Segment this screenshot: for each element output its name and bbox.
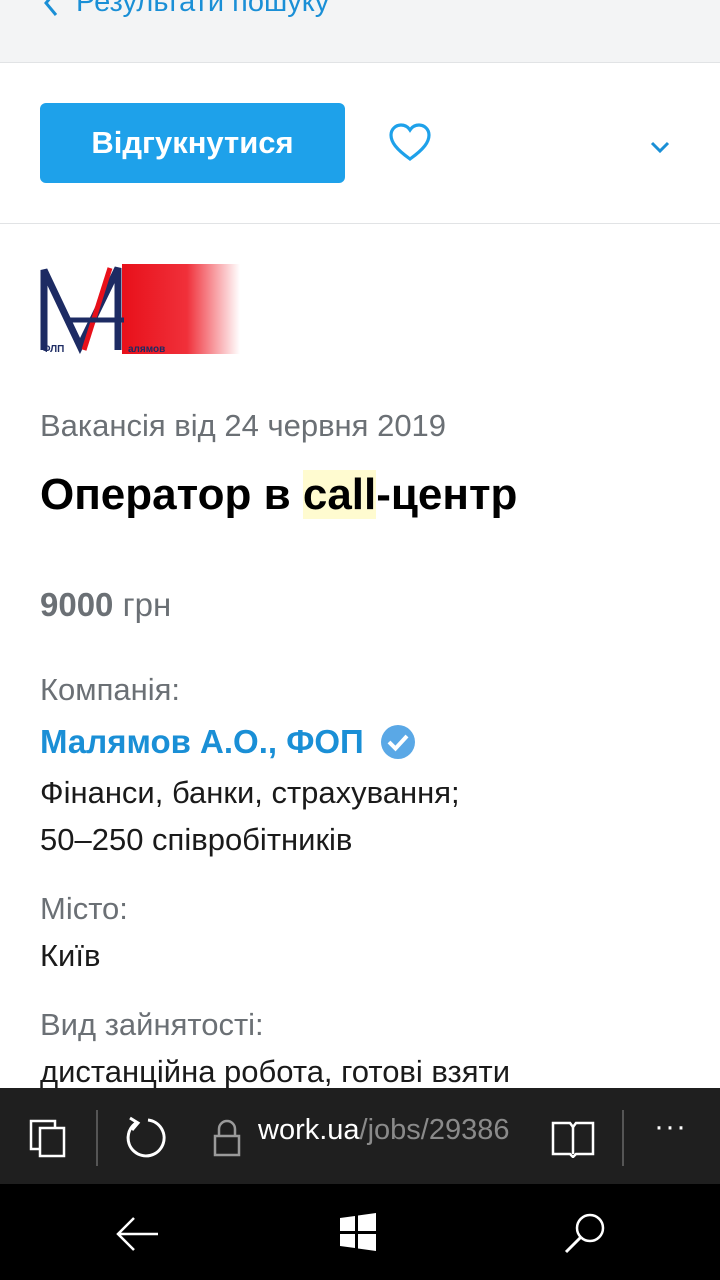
salary-currency: грн [122, 586, 172, 623]
job-title-highlight: call [302, 470, 377, 519]
employment-label: Вид зайнятості: [40, 1007, 264, 1042]
chevron-left-icon [44, 0, 58, 16]
job-title: Оператор в call-центр [40, 470, 517, 520]
respond-button[interactable]: Відгукнутися [40, 103, 345, 183]
reading-view-icon[interactable] [550, 1118, 596, 1158]
search-icon[interactable] [562, 1210, 608, 1256]
refresh-icon[interactable] [122, 1114, 170, 1162]
company-industry: Фінанси, банки, страхування; [40, 775, 460, 810]
url-host: work.ua [258, 1114, 360, 1146]
tabs-icon[interactable] [28, 1118, 68, 1158]
back-arrow-icon[interactable] [114, 1214, 160, 1254]
system-nav-bar [0, 1184, 720, 1280]
city-label: Місто: [40, 891, 128, 926]
toolbar-separator [96, 1110, 98, 1166]
job-title-start: Оператор в [40, 470, 303, 519]
salary-amount: 9000 [40, 586, 114, 623]
back-to-results-link[interactable]: Результати пошуку [42, 0, 329, 19]
address-bar[interactable]: work.ua/jobs/29386 [258, 1114, 528, 1158]
action-bar: Відгукнутися [0, 63, 720, 224]
url-path: /jobs/29386 [359, 1114, 510, 1146]
more-menu-button[interactable]: ··· [654, 1110, 687, 1144]
company-label: Компанія: [40, 672, 181, 707]
city-value: Київ [40, 938, 101, 973]
company-logo: ФЛП алямов [40, 264, 240, 354]
job-title-end: -центр [376, 470, 518, 519]
toolbar-separator [622, 1110, 624, 1166]
chevron-down-icon[interactable] [646, 133, 674, 161]
top-bar: Результати пошуку [0, 0, 720, 63]
logo-left-text: ФЛП [42, 344, 64, 354]
windows-start-icon[interactable] [338, 1212, 378, 1252]
posted-date: Вакансія від 24 червня 2019 [40, 408, 447, 443]
company-size: 50–250 співробітників [40, 822, 353, 857]
employment-value: дистанційна робота, готові взяти [40, 1054, 511, 1089]
company-link[interactable]: Малямов А.О., ФОП [40, 723, 416, 761]
browser-toolbar: work.ua/jobs/29386 ··· [0, 1088, 720, 1184]
heart-icon[interactable] [388, 121, 432, 165]
verified-badge-icon [380, 725, 415, 759]
lock-icon [213, 1119, 241, 1157]
salary: 9000 грн [40, 586, 171, 624]
logo-right-text: алямов [128, 344, 165, 354]
back-label: Результати пошуку [76, 0, 330, 18]
company-name[interactable]: Малямов А.О., ФОП [40, 723, 364, 761]
